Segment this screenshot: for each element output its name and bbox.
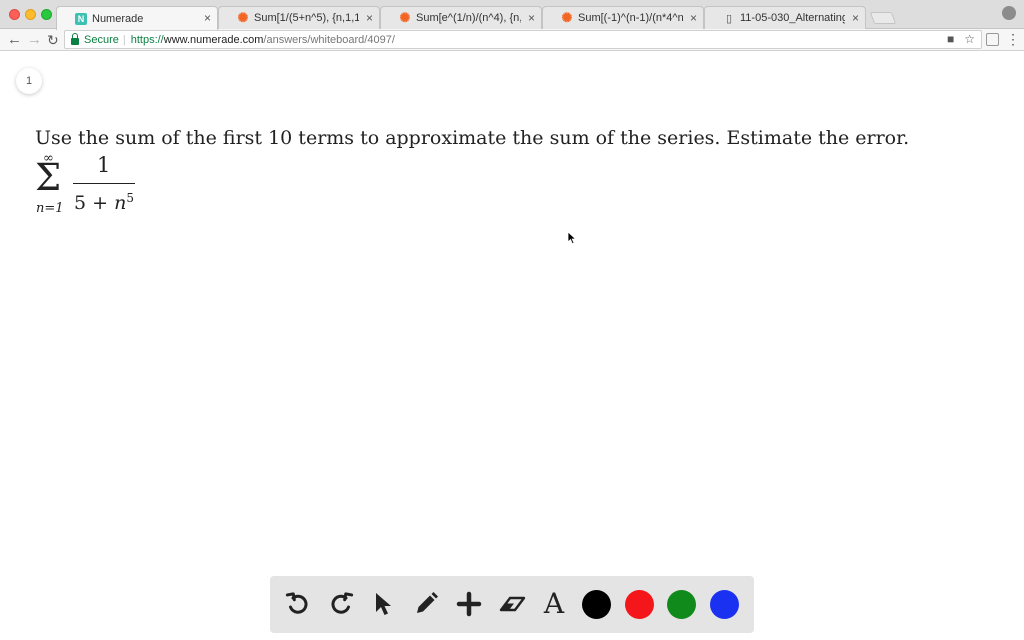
tab-wolfram-1[interactable]: ✺ Sum[1/(5+n^5), {n,1,10}] - Wol × xyxy=(218,6,380,29)
tab-label: Sum[1/(5+n^5), {n,1,10}] - Wol xyxy=(254,12,359,24)
denominator-constant: 5 + xyxy=(74,192,115,214)
tab-close-icon[interactable]: × xyxy=(852,11,859,25)
whiteboard-toolbar: A xyxy=(270,576,754,633)
omnibox-actions: ■ ☆ xyxy=(947,32,975,46)
series-expression: ∞ Σ n=1 1 5 + n5 xyxy=(35,152,145,220)
text-icon: A xyxy=(543,587,565,620)
wolfram-icon: ✺ xyxy=(399,10,411,25)
tab-strip: N Numerade × ✺ Sum[1/(5+n^5), {n,1,10}] … xyxy=(0,0,1024,30)
maximize-window-button[interactable] xyxy=(41,9,52,20)
series-lower-limit: n=1 xyxy=(36,201,64,216)
minimize-window-button[interactable] xyxy=(25,9,36,20)
camera-icon[interactable]: ■ xyxy=(947,32,954,46)
reload-icon[interactable]: ↻ xyxy=(47,31,59,49)
eraser-tool-button[interactable] xyxy=(497,589,527,619)
secure-label: Secure xyxy=(84,33,119,46)
tab-document[interactable]: ▯ 11-05-030_Alternating_Series × xyxy=(704,6,866,29)
close-window-button[interactable] xyxy=(9,9,20,20)
tab-label: Numerade xyxy=(92,12,144,25)
tab-close-icon[interactable]: × xyxy=(528,11,535,25)
tab-wolfram-2[interactable]: ✺ Sum[e^(1/n)/(n^4), {n,1,10}] - W × xyxy=(380,6,542,29)
address-bar[interactable]: Secure | https:// www.numerade.com /answ… xyxy=(64,30,982,49)
browser-toolbar: ← → ↻ Secure | https:// www.numerade.com… xyxy=(0,29,1024,51)
color-swatch-red[interactable] xyxy=(625,590,654,619)
mouse-cursor-icon xyxy=(567,231,577,245)
back-arrow-icon[interactable]: ← xyxy=(7,31,22,49)
tab-close-icon[interactable]: × xyxy=(366,11,373,25)
forward-arrow-icon[interactable]: → xyxy=(27,31,42,49)
undo-button[interactable] xyxy=(283,589,313,619)
tab-label: Sum[(-1)^(n-1)/(n*4^n), {n,1,5} xyxy=(578,12,683,24)
lock-icon xyxy=(71,32,79,45)
page-number-badge[interactable]: 1 xyxy=(16,68,42,94)
question-text: Use the sum of the first 10 terms to app… xyxy=(35,127,910,149)
extension-icon[interactable] xyxy=(986,33,999,46)
undo-icon xyxy=(285,592,308,614)
tab-wolfram-3[interactable]: ✺ Sum[(-1)^(n-1)/(n*4^n), {n,1,5} × xyxy=(542,6,704,29)
numerade-icon: N xyxy=(75,12,87,25)
redo-button[interactable] xyxy=(326,589,356,619)
color-swatch-green[interactable] xyxy=(667,590,696,619)
text-tool-button[interactable]: A xyxy=(539,589,569,619)
eraser-icon xyxy=(499,596,526,612)
profile-icon[interactable] xyxy=(1002,6,1016,20)
fraction-denominator: 5 + n5 xyxy=(74,187,134,214)
denominator-exponent: 5 xyxy=(126,191,134,205)
url-path: /answers/whiteboard/4097/ xyxy=(263,33,395,46)
color-swatch-blue[interactable] xyxy=(710,590,739,619)
color-swatch-black[interactable] xyxy=(582,590,611,619)
wolfram-icon: ✺ xyxy=(561,10,573,25)
denominator-variable: n xyxy=(114,192,127,214)
redo-icon xyxy=(331,592,354,614)
bookmark-star-icon[interactable]: ☆ xyxy=(964,32,975,46)
url-host: www.numerade.com xyxy=(163,33,264,46)
fraction-bar xyxy=(73,183,135,184)
url-separator: | xyxy=(122,33,126,46)
tab-label: 11-05-030_Alternating_Series xyxy=(740,12,845,24)
tab-close-icon[interactable]: × xyxy=(690,11,697,25)
pointer-icon xyxy=(376,593,391,615)
new-tab-button[interactable] xyxy=(869,12,897,24)
sigma-symbol: Σ xyxy=(35,156,62,199)
wolfram-icon: ✺ xyxy=(237,10,249,25)
add-shape-button[interactable] xyxy=(454,589,484,619)
browser-menu-icon[interactable]: ⋮ xyxy=(1006,30,1020,48)
tab-numerade[interactable]: N Numerade × xyxy=(56,6,218,30)
pointer-tool-button[interactable] xyxy=(368,589,398,619)
document-icon: ▯ xyxy=(725,12,733,25)
tab-close-icon[interactable]: × xyxy=(204,11,211,25)
pencil-tool-button[interactable] xyxy=(411,589,441,619)
fraction-numerator: 1 xyxy=(97,153,111,177)
url-scheme: https:// xyxy=(130,33,164,46)
pencil-icon xyxy=(417,592,438,613)
tab-label: Sum[e^(1/n)/(n^4), {n,1,10}] - W xyxy=(416,12,521,24)
plus-icon xyxy=(456,591,482,617)
